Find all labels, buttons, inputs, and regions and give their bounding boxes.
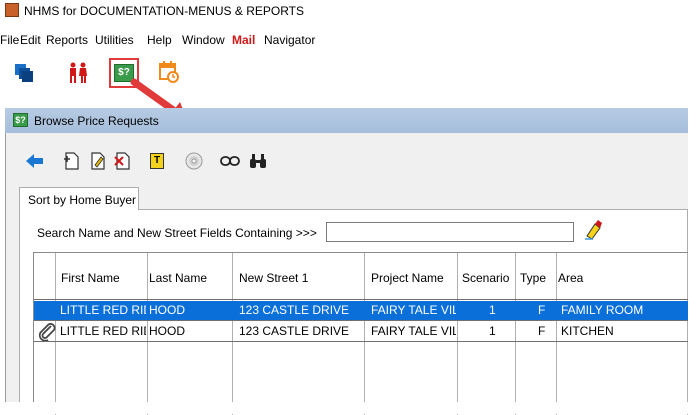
menu-navigator[interactable]: Navigator: [264, 33, 315, 47]
tab-label: Sort by Home Buyer: [28, 193, 137, 207]
row-divider: [34, 320, 689, 321]
menu-reports[interactable]: Reports: [46, 33, 88, 47]
menu-window[interactable]: Window: [182, 33, 225, 47]
cell-project-name: FAIRY TALE VILL: [371, 303, 456, 317]
row-divider: [34, 341, 689, 342]
col-header-first-name[interactable]: First Name: [61, 271, 120, 285]
table-row[interactable]: LITTLE RED RIDIN HOOD 123 CASTLE DRIVE F…: [34, 301, 689, 320]
menu-help[interactable]: Help: [147, 33, 172, 47]
notes-glyph: T: [150, 153, 164, 169]
cell-type: F: [538, 303, 546, 317]
cell-first-name: LITTLE RED RIDIN: [60, 303, 146, 317]
col-header-area[interactable]: Area: [558, 271, 583, 285]
screenshot-edge: [688, 0, 700, 414]
col-header-scenario[interactable]: Scenario: [462, 271, 509, 285]
menu-file[interactable]: File: [0, 33, 19, 47]
binoculars-icon[interactable]: [247, 150, 269, 172]
window-title-bar: $? Browse Price Requests: [5, 108, 688, 133]
row-divider: [34, 299, 689, 300]
price-requests-grid: First Name Last Name New Street 1 Projec…: [33, 252, 689, 415]
notes-icon[interactable]: T: [146, 150, 168, 172]
cell-area: FAMILY ROOM: [561, 303, 644, 317]
eraser-icon[interactable]: [582, 219, 604, 241]
disc-icon[interactable]: [183, 150, 205, 172]
cell-first-name: LITTLE RED RIDIN: [60, 324, 146, 338]
menu-bar: File Edit Reports Utilities Help Window …: [0, 33, 690, 51]
screenshot-edge: [0, 402, 700, 414]
cell-new-street-1: 123 CASTLE DRIVE: [239, 324, 350, 338]
col-header-project-name[interactable]: Project Name: [371, 271, 444, 285]
cell-area: KITCHEN: [561, 324, 614, 338]
col-header-type[interactable]: Type: [520, 271, 546, 285]
app-house-icon: [5, 3, 19, 17]
windows-icon[interactable]: [12, 61, 36, 85]
table-row[interactable]: LITTLE RED RIDIN HOOD 123 CASTLE DRIVE F…: [34, 322, 689, 342]
cell-last-name: HOOD: [149, 303, 185, 317]
cell-last-name: HOOD: [149, 324, 185, 338]
main-toolbar: $?: [0, 52, 690, 100]
menu-utilities[interactable]: Utilities: [95, 33, 134, 47]
delete-record-icon[interactable]: [111, 150, 133, 172]
price-request-window-icon: $?: [13, 113, 28, 127]
people-icon[interactable]: [66, 61, 90, 85]
search-label: Search Name and New Street Fields Contai…: [37, 226, 317, 240]
col-header-new-street-1[interactable]: New Street 1: [239, 271, 308, 285]
tab-sort-by-home-buyer[interactable]: Sort by Home Buyer: [19, 187, 139, 210]
edit-record-icon[interactable]: [86, 150, 108, 172]
cell-scenario: 1: [489, 303, 496, 317]
window-title: Browse Price Requests: [34, 114, 159, 128]
add-record-icon[interactable]: [60, 150, 82, 172]
cell-type: F: [538, 324, 546, 338]
cell-project-name: FAIRY TALE VILL: [371, 324, 456, 338]
app-title: NHMS for DOCUMENTATION-MENUS & REPORTS: [24, 4, 305, 18]
col-header-last-name[interactable]: Last Name: [149, 271, 207, 285]
cell-new-street-1: 123 CASTLE DRIVE: [239, 303, 350, 317]
link-icon[interactable]: [219, 150, 241, 172]
back-arrow-icon[interactable]: [24, 150, 46, 172]
cell-scenario: 1: [489, 324, 496, 338]
menu-mail[interactable]: Mail: [232, 33, 255, 47]
search-input[interactable]: [326, 222, 574, 242]
menu-edit[interactable]: Edit: [20, 33, 41, 47]
